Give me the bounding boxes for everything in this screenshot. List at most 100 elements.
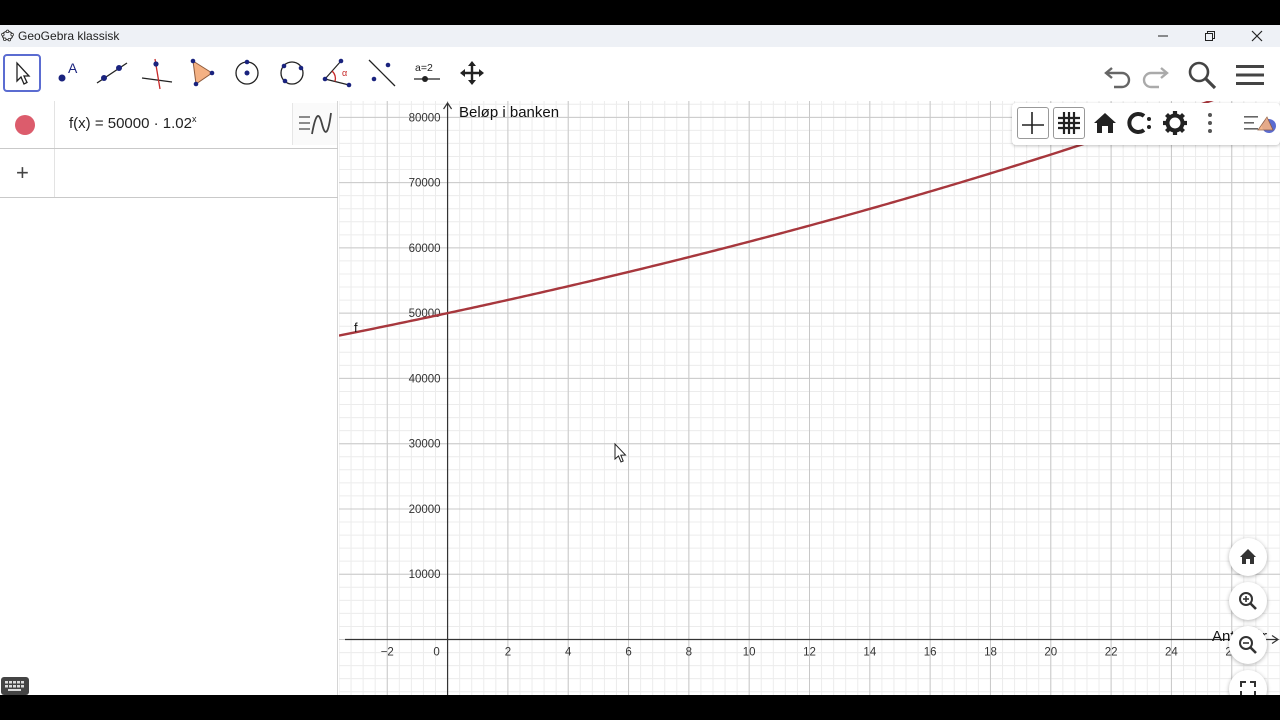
formula-exponent: x bbox=[192, 114, 197, 124]
arrow-pointer-icon bbox=[16, 61, 31, 85]
redo-icon bbox=[1142, 67, 1169, 89]
title-bar: GeoGebra klassisk bbox=[0, 25, 1280, 47]
y-tick-label: 30000 bbox=[409, 439, 441, 451]
y-tick-label: 40000 bbox=[409, 373, 441, 385]
x-tick-label: 20 bbox=[1044, 647, 1057, 659]
toolbar: A α a=2 bbox=[0, 47, 1280, 101]
x-tick-label: 22 bbox=[1105, 647, 1118, 659]
toggle-axes-button[interactable] bbox=[1017, 107, 1049, 139]
angle-icon: α bbox=[322, 58, 352, 88]
x-tick-label: 4 bbox=[565, 647, 572, 659]
label-style-icon bbox=[1127, 112, 1151, 134]
grid-icon bbox=[1058, 112, 1080, 134]
reflect-line-icon bbox=[368, 59, 396, 87]
settings-button[interactable] bbox=[1159, 107, 1191, 139]
zoom-out-icon bbox=[1239, 636, 1257, 654]
zoom-in-button[interactable] bbox=[1229, 582, 1267, 620]
point-tool-button[interactable]: A bbox=[48, 54, 86, 92]
maximize-button[interactable] bbox=[1187, 25, 1233, 47]
graph-canvas[interactable]: −202468101214161820222426100002000030000… bbox=[339, 101, 1280, 695]
standard-view-button[interactable] bbox=[1089, 107, 1121, 139]
more-options-button[interactable] bbox=[1194, 107, 1226, 139]
algebra-entry-f[interactable]: f(x) = 50000 · 1.02x bbox=[0, 101, 338, 149]
label-style-button[interactable] bbox=[1124, 107, 1156, 139]
move-view-icon bbox=[460, 61, 484, 85]
keyboard-icon bbox=[5, 681, 24, 691]
circle-center-point-icon bbox=[235, 59, 259, 85]
window-title: GeoGebra klassisk bbox=[18, 29, 120, 43]
move-graphics-tool-button[interactable] bbox=[453, 54, 491, 92]
point-icon: A bbox=[58, 60, 78, 82]
minimize-icon bbox=[1158, 35, 1168, 37]
add-icon[interactable]: + bbox=[16, 160, 29, 186]
y-tick-label: 80000 bbox=[409, 112, 441, 124]
algebra-input-row[interactable]: + bbox=[0, 149, 338, 198]
home-icon bbox=[1094, 113, 1116, 133]
more-icon bbox=[1208, 113, 1212, 133]
perpendicular-line-icon bbox=[141, 58, 173, 90]
redo-button[interactable] bbox=[1138, 59, 1172, 91]
algebra-view: f(x) = 50000 · 1.02x + bbox=[0, 101, 338, 695]
y-tick-label: 20000 bbox=[409, 504, 441, 516]
curve-label[interactable]: f bbox=[354, 320, 358, 335]
geogebra-window: GeoGebra klassisk A α a=2 f(x) = 50000 ·… bbox=[0, 25, 1280, 695]
perpendicular-line-tool-button[interactable] bbox=[138, 54, 176, 92]
x-tick-label: 6 bbox=[625, 647, 631, 659]
x-tick-label: 2 bbox=[505, 647, 511, 659]
geogebra-logo-icon bbox=[1, 29, 14, 42]
x-tick-label: 14 bbox=[863, 647, 876, 659]
x-tick-label: 12 bbox=[803, 647, 816, 659]
toggle-style-bar-button[interactable] bbox=[1242, 107, 1280, 139]
y-axis-label[interactable]: Beløp i banken bbox=[459, 104, 559, 121]
settings-icon bbox=[1163, 111, 1187, 135]
home-icon bbox=[1240, 549, 1256, 564]
y-tick-label: 60000 bbox=[409, 243, 441, 255]
axes-icon bbox=[1022, 112, 1044, 134]
line-tool-button[interactable] bbox=[93, 54, 131, 92]
x-tick-label: 0 bbox=[433, 647, 439, 659]
svg-text:a=2: a=2 bbox=[415, 62, 433, 74]
y-tick-label: 10000 bbox=[409, 569, 441, 581]
close-button[interactable] bbox=[1234, 25, 1280, 47]
main-menu-button[interactable] bbox=[1233, 59, 1267, 91]
move-tool-button[interactable] bbox=[3, 54, 41, 92]
slider-icon: a=2 bbox=[414, 62, 440, 82]
x-tick-label: 24 bbox=[1165, 647, 1178, 659]
undo-icon bbox=[1104, 67, 1131, 89]
svg-text:α: α bbox=[342, 68, 347, 78]
undo-button[interactable] bbox=[1101, 59, 1135, 91]
x-tick-label: 16 bbox=[924, 647, 937, 659]
line-through-points-icon bbox=[96, 62, 128, 84]
close-icon bbox=[1251, 30, 1263, 42]
x-tick-label: 10 bbox=[743, 647, 756, 659]
polygon-tool-button[interactable] bbox=[183, 54, 221, 92]
y-tick-label: 70000 bbox=[409, 178, 441, 190]
x-tick-label: 8 bbox=[686, 647, 692, 659]
toggle-grid-button[interactable] bbox=[1053, 107, 1085, 139]
graphics-view[interactable]: −202468101214161820222426100002000030000… bbox=[339, 101, 1280, 695]
row-separator bbox=[54, 101, 55, 148]
formula-base: f(x) = 50000 · 1.02 bbox=[69, 115, 192, 132]
visibility-toggle[interactable] bbox=[15, 115, 35, 135]
zoom-home-button[interactable] bbox=[1229, 538, 1267, 576]
svg-text:A: A bbox=[68, 60, 78, 76]
keyboard-button[interactable] bbox=[1, 677, 29, 695]
circle-tool-button[interactable] bbox=[228, 54, 266, 92]
circle-three-points-tool-button[interactable] bbox=[273, 54, 311, 92]
minimize-button[interactable] bbox=[1140, 25, 1186, 47]
reflect-tool-button[interactable] bbox=[363, 54, 401, 92]
graphics-style-bar bbox=[1012, 103, 1280, 145]
search-icon bbox=[1188, 61, 1217, 90]
graphics-style-toggle-icon bbox=[1244, 116, 1276, 133]
circle-through-points-icon bbox=[280, 61, 304, 85]
restore-icon bbox=[1205, 31, 1215, 41]
zoom-out-button[interactable] bbox=[1229, 626, 1267, 664]
fullscreen-icon bbox=[1240, 681, 1256, 695]
x-tick-label: −2 bbox=[381, 647, 394, 659]
graphics-style-button[interactable] bbox=[292, 103, 337, 145]
angle-tool-button[interactable]: α bbox=[318, 54, 356, 92]
function-definition[interactable]: f(x) = 50000 · 1.02x bbox=[69, 114, 197, 132]
function-graph-icon bbox=[299, 112, 332, 135]
search-button[interactable] bbox=[1185, 59, 1219, 91]
slider-tool-button[interactable]: a=2 bbox=[408, 54, 446, 92]
